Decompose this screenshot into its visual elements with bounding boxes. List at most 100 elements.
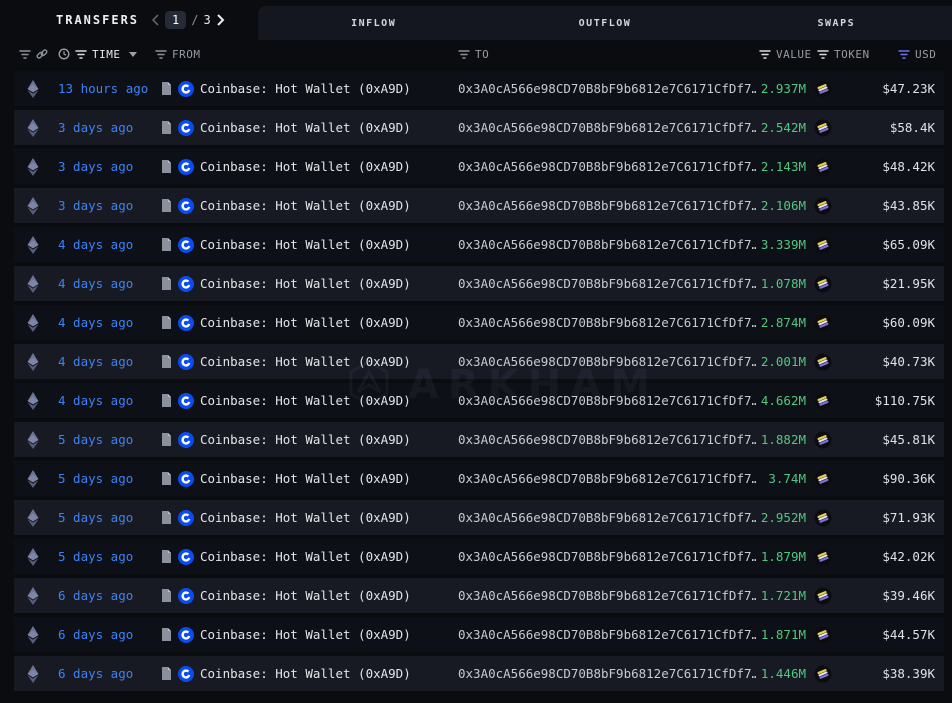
token-icon[interactable]: [806, 470, 840, 488]
from-entity-link[interactable]: Coinbase: Hot Wallet (0xA9D): [200, 393, 411, 408]
to-address-link[interactable]: 0x3A0cA566e98CD70B8bF9b6812e7C6171CfDf7…: [458, 666, 756, 681]
transaction-document-icon[interactable]: [161, 121, 172, 134]
column-header-from[interactable]: FROM: [172, 48, 201, 61]
transaction-document-icon[interactable]: [161, 316, 172, 329]
transfer-time-link[interactable]: 5 days ago: [58, 510, 158, 525]
to-address-link[interactable]: 0x3A0cA566e98CD70B8bF9b6812e7C6171CfDf7…: [458, 237, 756, 252]
column-header-to[interactable]: TO: [475, 48, 489, 61]
token-icon[interactable]: [806, 275, 840, 293]
transfer-time-link[interactable]: 3 days ago: [58, 198, 158, 213]
to-address-link[interactable]: 0x3A0cA566e98CD70B8bF9b6812e7C6171CfDf7…: [458, 588, 756, 603]
transaction-document-icon[interactable]: [161, 238, 172, 251]
transaction-document-icon[interactable]: [161, 199, 172, 212]
ethereum-chain-icon[interactable]: [14, 79, 58, 98]
from-entity-link[interactable]: Coinbase: Hot Wallet (0xA9D): [200, 432, 411, 447]
from-entity-link[interactable]: Coinbase: Hot Wallet (0xA9D): [200, 510, 411, 525]
filter-funnel-icon[interactable]: [155, 49, 167, 60]
from-entity-link[interactable]: Coinbase: Hot Wallet (0xA9D): [200, 81, 411, 96]
transfer-time-link[interactable]: 13 hours ago: [58, 81, 158, 96]
ethereum-chain-icon[interactable]: [14, 547, 58, 566]
transfer-time-link[interactable]: 6 days ago: [58, 666, 158, 681]
transfer-time-link[interactable]: 4 days ago: [58, 237, 158, 252]
token-icon[interactable]: [806, 548, 840, 566]
to-address-link[interactable]: 0x3A0cA566e98CD70B8bF9b6812e7C6171CfDf7…: [458, 510, 756, 525]
current-page-indicator[interactable]: 1: [165, 11, 187, 29]
ethereum-chain-icon[interactable]: [14, 118, 58, 137]
token-icon[interactable]: [806, 431, 840, 449]
from-entity-link[interactable]: Coinbase: Hot Wallet (0xA9D): [200, 354, 411, 369]
transaction-document-icon[interactable]: [161, 355, 172, 368]
transaction-document-icon[interactable]: [161, 550, 172, 563]
ethereum-chain-icon[interactable]: [14, 664, 58, 683]
to-address-link[interactable]: 0x3A0cA566e98CD70B8bF9b6812e7C6171CfDf7…: [458, 198, 756, 213]
transaction-document-icon[interactable]: [161, 589, 172, 602]
transaction-document-icon[interactable]: [161, 277, 172, 290]
ethereum-chain-icon[interactable]: [14, 430, 58, 449]
token-icon[interactable]: [806, 353, 840, 371]
to-address-link[interactable]: 0x3A0cA566e98CD70B8bF9b6812e7C6171CfDf7…: [458, 471, 756, 486]
to-address-link[interactable]: 0x3A0cA566e98CD70B8bF9b6812e7C6171CfDf7…: [458, 315, 756, 330]
to-address-link[interactable]: 0x3A0cA566e98CD70B8bF9b6812e7C6171CfDf7…: [458, 432, 756, 447]
to-address-link[interactable]: 0x3A0cA566e98CD70B8bF9b6812e7C6171CfDf7…: [458, 159, 756, 174]
ethereum-chain-icon[interactable]: [14, 469, 58, 488]
ethereum-chain-icon[interactable]: [14, 586, 58, 605]
from-entity-link[interactable]: Coinbase: Hot Wallet (0xA9D): [200, 315, 411, 330]
to-address-link[interactable]: 0x3A0cA566e98CD70B8bF9b6812e7C6171CfDf7…: [458, 120, 756, 135]
transaction-document-icon[interactable]: [161, 628, 172, 641]
token-icon[interactable]: [806, 80, 840, 98]
to-address-link[interactable]: 0x3A0cA566e98CD70B8bF9b6812e7C6171CfDf7…: [458, 276, 756, 291]
column-header-value[interactable]: VALUE: [776, 48, 812, 61]
from-entity-link[interactable]: Coinbase: Hot Wallet (0xA9D): [200, 276, 411, 291]
transfer-time-link[interactable]: 3 days ago: [58, 120, 158, 135]
from-entity-link[interactable]: Coinbase: Hot Wallet (0xA9D): [200, 237, 411, 252]
to-address-link[interactable]: 0x3A0cA566e98CD70B8bF9b6812e7C6171CfDf7…: [458, 627, 756, 642]
from-entity-link[interactable]: Coinbase: Hot Wallet (0xA9D): [200, 666, 411, 681]
filter-funnel-icon-active[interactable]: [898, 49, 910, 60]
transfer-time-link[interactable]: 4 days ago: [58, 315, 158, 330]
filter-funnel-icon[interactable]: [19, 49, 31, 60]
transfer-time-link[interactable]: 5 days ago: [58, 471, 158, 486]
token-icon[interactable]: [806, 626, 840, 644]
transfer-time-link[interactable]: 4 days ago: [58, 393, 158, 408]
transaction-document-icon[interactable]: [161, 667, 172, 680]
transfer-time-link[interactable]: 5 days ago: [58, 432, 158, 447]
to-address-link[interactable]: 0x3A0cA566e98CD70B8bF9b6812e7C6171CfDf7…: [458, 549, 756, 564]
column-header-token[interactable]: TOKEN: [834, 48, 870, 61]
token-icon[interactable]: [806, 314, 840, 332]
token-icon[interactable]: [806, 392, 840, 410]
transfer-time-link[interactable]: 6 days ago: [58, 627, 158, 642]
ethereum-chain-icon[interactable]: [14, 352, 58, 371]
filter-funnel-icon[interactable]: [759, 49, 771, 60]
tab-outflow[interactable]: OUTFLOW: [489, 6, 720, 40]
token-icon[interactable]: [806, 158, 840, 176]
filter-funnel-icon[interactable]: [458, 49, 470, 60]
transaction-document-icon[interactable]: [161, 394, 172, 407]
tab-inflow[interactable]: INFLOW: [258, 6, 489, 40]
chevron-down-icon[interactable]: [128, 51, 137, 57]
next-page-chevron-icon[interactable]: [216, 14, 225, 26]
previous-page-chevron-icon[interactable]: [151, 14, 160, 26]
to-address-link[interactable]: 0x3A0cA566e98CD70B8bF9b6812e7C6171CfDf7…: [458, 81, 756, 96]
ethereum-chain-icon[interactable]: [14, 274, 58, 293]
transfer-time-link[interactable]: 4 days ago: [58, 276, 158, 291]
column-header-usd[interactable]: USD: [915, 48, 936, 61]
filter-funnel-icon[interactable]: [817, 49, 829, 60]
from-entity-link[interactable]: Coinbase: Hot Wallet (0xA9D): [200, 471, 411, 486]
to-address-link[interactable]: 0x3A0cA566e98CD70B8bF9b6812e7C6171CfDf7…: [458, 393, 756, 408]
token-icon[interactable]: [806, 236, 840, 254]
token-icon[interactable]: [806, 509, 840, 527]
token-icon[interactable]: [806, 665, 840, 683]
to-address-link[interactable]: 0x3A0cA566e98CD70B8bF9b6812e7C6171CfDf7…: [458, 354, 756, 369]
transfer-time-link[interactable]: 4 days ago: [58, 354, 158, 369]
ethereum-chain-icon[interactable]: [14, 157, 58, 176]
tab-swaps[interactable]: SWAPS: [721, 6, 952, 40]
from-entity-link[interactable]: Coinbase: Hot Wallet (0xA9D): [200, 549, 411, 564]
from-entity-link[interactable]: Coinbase: Hot Wallet (0xA9D): [200, 198, 411, 213]
ethereum-chain-icon[interactable]: [14, 313, 58, 332]
transaction-document-icon[interactable]: [161, 433, 172, 446]
from-entity-link[interactable]: Coinbase: Hot Wallet (0xA9D): [200, 159, 411, 174]
clock-icon[interactable]: [58, 48, 70, 60]
column-header-time[interactable]: TIME: [92, 48, 121, 61]
from-entity-link[interactable]: Coinbase: Hot Wallet (0xA9D): [200, 588, 411, 603]
ethereum-chain-icon[interactable]: [14, 508, 58, 527]
